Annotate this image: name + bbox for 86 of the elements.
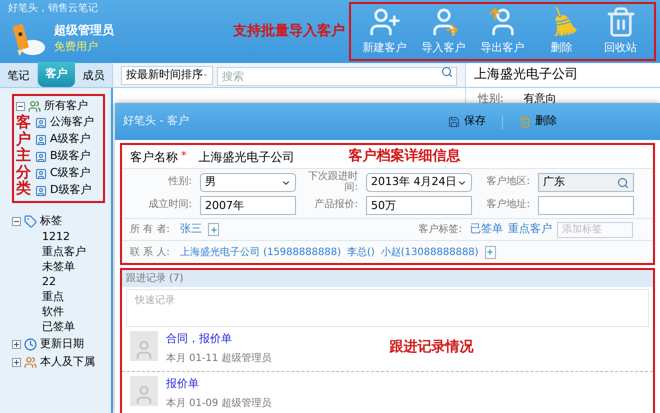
expand-icon[interactable] bbox=[12, 358, 21, 366]
collapse-icon[interactable] bbox=[16, 102, 25, 110]
add-button[interactable] bbox=[484, 246, 496, 258]
field-label: 下次跟进时间: bbox=[307, 172, 359, 193]
plus-icon bbox=[486, 248, 494, 256]
app-title: 好笔头，销售云笔记 bbox=[8, 2, 99, 16]
tree-item[interactable]: 重点客户 bbox=[42, 244, 111, 259]
annotation-text: 客户主分类 bbox=[16, 114, 31, 199]
collapse-icon[interactable] bbox=[12, 216, 21, 226]
tree-item[interactable]: 22 bbox=[42, 274, 111, 289]
annotation-text: 支持批量导入客户 bbox=[233, 22, 345, 41]
plus-icon bbox=[210, 226, 218, 234]
select-field[interactable]: 2013年 4月24日 bbox=[366, 173, 472, 192]
field-label: 客户标签: bbox=[418, 222, 462, 237]
record-meta: 本月 01-11 超级管理员 bbox=[166, 352, 272, 366]
records-title: 跟进记录 (7) bbox=[126, 272, 184, 286]
quick-record-field[interactable]: 快速记录 bbox=[126, 289, 649, 327]
avatar-placeholder bbox=[130, 331, 158, 361]
add-button[interactable] bbox=[208, 223, 219, 236]
tree-item[interactable]: 所有客户 bbox=[44, 98, 88, 114]
tree-item[interactable]: 本人及下属 bbox=[40, 354, 95, 370]
customer-name: 上海盛光电子公司 bbox=[198, 148, 294, 166]
owner-link[interactable]: 张三 bbox=[180, 221, 202, 238]
contact-link[interactable]: 上海盛光电子公司 (15988888888) bbox=[180, 244, 341, 260]
customer-title: 上海盛光电子公司 bbox=[474, 66, 578, 84]
input-field[interactable]: 50万 bbox=[366, 196, 472, 215]
save-button[interactable]: 保存 bbox=[448, 113, 486, 130]
dialog-title: 好笔头 - 客户 bbox=[123, 113, 190, 130]
clock-icon bbox=[24, 338, 37, 350]
search-field[interactable]: 搜索 bbox=[217, 67, 457, 86]
tree-item[interactable]: 公海客户 bbox=[50, 114, 94, 131]
field-label: 性别: bbox=[478, 91, 504, 107]
save-icon bbox=[448, 116, 460, 128]
annotation-text: 跟进记录情况 bbox=[389, 338, 474, 357]
record-title[interactable]: 合同，报价单 bbox=[166, 331, 272, 348]
input-field[interactable]: 2007年 bbox=[200, 196, 296, 215]
user-plan: 免费用户 bbox=[54, 38, 99, 55]
expand-icon[interactable] bbox=[12, 340, 21, 348]
field-label: 客户地址: bbox=[486, 200, 531, 211]
tag-input[interactable]: 添加标签 bbox=[557, 222, 633, 238]
tree-item[interactable]: 标签 bbox=[40, 212, 62, 230]
annotation-text: 客户档案详细信息 bbox=[348, 146, 460, 166]
contact-card-icon bbox=[35, 116, 47, 128]
contact-card-icon bbox=[35, 134, 47, 146]
tree-item[interactable]: 软件 bbox=[42, 304, 111, 319]
search-icon[interactable] bbox=[441, 66, 453, 78]
field-label: 产品报价: bbox=[314, 200, 359, 211]
field-label: 所 有 者: bbox=[130, 222, 171, 237]
sort-select[interactable]: 按最新时间排序 bbox=[121, 66, 213, 84]
record-meta: 本月 01-09 超级管理员 bbox=[166, 396, 272, 410]
field-label: 成立时间: bbox=[148, 200, 193, 211]
tree-item[interactable]: 重点 bbox=[42, 289, 111, 304]
input-field[interactable] bbox=[538, 196, 634, 215]
field-label: 客户名称 bbox=[130, 148, 178, 166]
select-field[interactable]: 男 bbox=[200, 173, 296, 192]
user-name: 超级管理员 bbox=[54, 22, 114, 39]
field-label: 联 系 人: bbox=[130, 246, 171, 260]
tree-item[interactable]: 更新日期 bbox=[40, 336, 84, 352]
user-plus-icon bbox=[368, 6, 400, 38]
contact-link[interactable]: 李总() bbox=[346, 244, 375, 260]
tree-item[interactable]: A级客户 bbox=[50, 131, 91, 148]
avatar-placeholder bbox=[130, 376, 158, 406]
search-icon[interactable] bbox=[617, 176, 629, 188]
search-field[interactable]: 广东 bbox=[538, 173, 634, 192]
contact-link[interactable]: 小赵(13088888888) bbox=[380, 244, 479, 260]
people-icon bbox=[24, 356, 37, 368]
tag-link[interactable]: 重点客户 bbox=[508, 221, 552, 238]
contact-card-icon bbox=[35, 184, 47, 196]
record-title[interactable]: 报价单 bbox=[166, 376, 272, 392]
trash-icon bbox=[519, 116, 531, 128]
tree-item[interactable]: B级客户 bbox=[50, 148, 91, 165]
tree-item[interactable]: 已签单 bbox=[42, 319, 111, 334]
field-label: 客户地区: bbox=[486, 177, 531, 188]
required-mark: * bbox=[181, 148, 186, 164]
tag-link[interactable]: 已签单 bbox=[470, 221, 503, 238]
contact-card-icon bbox=[35, 168, 47, 180]
tree-item[interactable]: 未签单 bbox=[42, 259, 111, 274]
tag-icon bbox=[24, 214, 37, 228]
trash-icon bbox=[604, 6, 636, 38]
tree-item[interactable]: 1212 bbox=[42, 229, 111, 244]
contact-card-icon bbox=[35, 150, 47, 162]
tree-item[interactable]: D级客户 bbox=[50, 182, 92, 199]
field-label: 性别: bbox=[167, 177, 193, 188]
delete-button[interactable]: 删除 bbox=[519, 113, 557, 130]
tree-item[interactable]: C级客户 bbox=[50, 165, 91, 182]
people-icon bbox=[28, 100, 41, 112]
